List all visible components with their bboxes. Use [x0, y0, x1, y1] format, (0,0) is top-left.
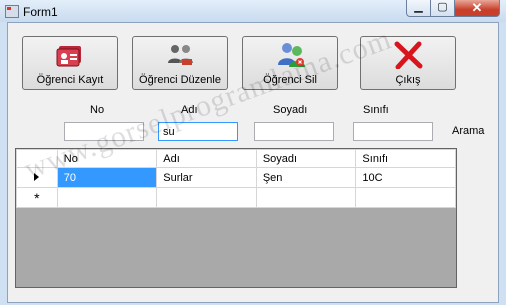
ogrenci-duzenle-button[interactable]: Öğrenci Düzenle — [132, 36, 228, 90]
no-label: No — [90, 104, 105, 116]
table-row[interactable]: 70 Surlar Şen 10C — [16, 167, 456, 188]
sinifi-input[interactable] — [353, 122, 433, 141]
search-label: Arama — [452, 125, 485, 137]
minimize-button[interactable]: ▁ — [406, 0, 431, 17]
maximize-button[interactable]: ▢ — [430, 0, 455, 17]
new-row-marker: * — [16, 187, 58, 208]
window-title: Form1 — [23, 5, 58, 19]
cell-no[interactable]: 70 — [56, 167, 158, 188]
cikis-button[interactable]: Çıkış — [360, 36, 456, 90]
grid-table: No Adı Soyadı Sınıfı 70 Surlar Şen 10C * — [16, 149, 456, 208]
ogrenci-kayit-label: Öğrenci Kayıt — [36, 74, 104, 86]
title-bar: Form1 ▁ ▢ ✕ — [0, 0, 506, 22]
cell-sinifi[interactable]: 10C — [355, 167, 456, 188]
soyadi-label: Soyadı — [273, 104, 308, 116]
student-data-grid[interactable]: No Adı Soyadı Sınıfı 70 Surlar Şen 10C * — [15, 148, 457, 288]
new-row[interactable]: * — [16, 187, 456, 208]
cell-adi[interactable]: Surlar — [156, 167, 257, 188]
grid-corner-cell — [16, 149, 58, 168]
close-button[interactable]: ✕ — [454, 0, 500, 17]
row-arrow-icon — [34, 172, 40, 181]
new-cell-sinifi[interactable] — [355, 187, 456, 208]
adi-label: Adı — [181, 104, 198, 116]
sinifi-label: Sınıfı — [363, 104, 389, 116]
ogrenci-duzenle-label: Öğrenci Düzenle — [139, 74, 221, 86]
column-header-no[interactable]: No — [56, 149, 158, 168]
column-header-adi[interactable]: Adı — [156, 149, 257, 168]
cell-soyadi[interactable]: Şen — [255, 167, 357, 188]
new-cell-no[interactable] — [56, 187, 158, 208]
ogrenci-sil-button[interactable]: Öğrenci Sil — [242, 36, 338, 90]
ogrenci-kayit-button[interactable]: Öğrenci Kayıt — [22, 36, 118, 90]
app-icon — [5, 5, 19, 18]
grid-header-row: No Adı Soyadı Sınıfı — [16, 149, 456, 168]
column-header-soyadi[interactable]: Soyadı — [255, 149, 357, 168]
new-cell-soyadi[interactable] — [255, 187, 357, 208]
no-input[interactable] — [64, 122, 144, 141]
adi-input[interactable] — [158, 122, 238, 141]
ogrenci-sil-label: Öğrenci Sil — [263, 74, 317, 86]
soyadi-input[interactable] — [254, 122, 334, 141]
column-header-sinifi[interactable]: Sınıfı — [355, 149, 456, 168]
new-cell-adi[interactable] — [156, 187, 257, 208]
cikis-label: Çıkış — [395, 74, 421, 86]
current-row-indicator[interactable] — [16, 167, 58, 188]
